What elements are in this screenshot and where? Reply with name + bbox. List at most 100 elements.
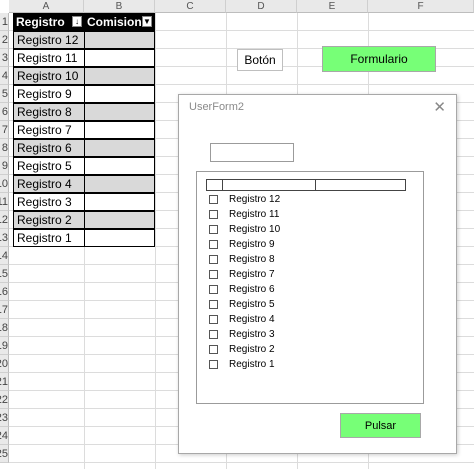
column-header-e[interactable]: E [297, 0, 368, 13]
boton-button[interactable]: Botón [237, 49, 283, 71]
listbox-column-separator [315, 180, 316, 190]
pulsar-button[interactable]: Pulsar [340, 413, 421, 438]
table-cell-registro[interactable]: Registro 5 [13, 157, 85, 175]
row-header[interactable]: 7 [0, 121, 9, 139]
table-cell-registro[interactable]: Registro 11 [13, 49, 85, 67]
row-header[interactable]: 10 [0, 175, 9, 193]
row-header[interactable]: 2 [0, 31, 9, 49]
checkbox[interactable] [209, 315, 218, 324]
listbox-item-label: Registro 2 [229, 344, 275, 355]
column-header-a[interactable]: A [9, 0, 84, 13]
listbox-item-label: Registro 4 [229, 314, 275, 325]
listbox-item-label: Registro 7 [229, 269, 275, 280]
listbox-item[interactable]: Registro 9 [209, 237, 275, 252]
checkbox[interactable] [209, 270, 218, 279]
table-cell-registro[interactable]: Registro 4 [13, 175, 85, 193]
row-header[interactable]: 23 [0, 409, 9, 427]
table-cell-comision[interactable] [84, 49, 155, 67]
row-header[interactable]: 12 [0, 211, 9, 229]
checkbox[interactable] [209, 285, 218, 294]
listbox-item-label: Registro 3 [229, 329, 275, 340]
table-cell-registro[interactable]: Registro 3 [13, 193, 85, 211]
table-cell-comision[interactable] [84, 157, 155, 175]
row-header[interactable]: 5 [0, 85, 9, 103]
checkbox[interactable] [209, 300, 218, 309]
checkbox[interactable] [209, 360, 218, 369]
column-header-d[interactable]: D [226, 0, 297, 13]
listbox-item[interactable]: Registro 10 [209, 222, 280, 237]
listbox-column-header [206, 179, 406, 191]
formulario-button[interactable]: Formulario [322, 46, 436, 72]
table-cell-registro[interactable]: Registro 6 [13, 139, 85, 157]
listbox-item[interactable]: Registro 8 [209, 252, 275, 267]
row-header[interactable]: 4 [0, 67, 9, 85]
gridline [9, 462, 474, 463]
table-cell-registro[interactable]: Registro 1 [13, 229, 85, 247]
checkbox[interactable] [209, 240, 218, 249]
row-header[interactable]: 15 [0, 265, 9, 283]
row-header[interactable]: 1 [0, 13, 9, 31]
checkbox[interactable] [209, 330, 218, 339]
table-cell-registro[interactable]: Registro 2 [13, 211, 85, 229]
listbox-item[interactable]: Registro 7 [209, 267, 275, 282]
row-header[interactable]: 17 [0, 301, 9, 319]
checkbox[interactable] [209, 225, 218, 234]
listbox-item[interactable]: Registro 1 [209, 357, 275, 372]
row-header[interactable]: 6 [0, 103, 9, 121]
row-header[interactable]: 13 [0, 229, 9, 247]
row-header[interactable]: 18 [0, 319, 9, 337]
table-cell-comision[interactable] [84, 211, 155, 229]
table-cell-comision[interactable] [84, 103, 155, 121]
table-cell-registro[interactable]: Registro 7 [13, 121, 85, 139]
table-cell-registro[interactable]: Registro 8 [13, 103, 85, 121]
table-cell-registro[interactable]: Registro 9 [13, 85, 85, 103]
table-cell-comision[interactable] [84, 67, 155, 85]
table-cell-registro[interactable]: Registro 10 [13, 67, 85, 85]
row-header[interactable]: 14 [0, 247, 9, 265]
table-cell-comision[interactable] [84, 121, 155, 139]
table-cell-comision[interactable] [84, 85, 155, 103]
listbox-item[interactable]: Registro 6 [209, 282, 275, 297]
sort-filter-icon[interactable]: ↓ [72, 16, 82, 27]
boton-label: Botón [244, 53, 276, 67]
listbox-item[interactable]: Registro 5 [209, 297, 275, 312]
row-header[interactable]: 25 [0, 445, 9, 463]
table-cell-comision[interactable] [84, 139, 155, 157]
listbox-item-label: Registro 5 [229, 299, 275, 310]
listbox-item[interactable]: Registro 3 [209, 327, 275, 342]
close-icon[interactable]: ✕ [433, 98, 446, 116]
listbox-item-label: Registro 1 [229, 359, 275, 370]
table-cell-comision[interactable] [84, 31, 155, 49]
checkbox[interactable] [209, 210, 218, 219]
listbox-item-label: Registro 9 [229, 239, 275, 250]
listbox-item[interactable]: Registro 2 [209, 342, 275, 357]
table-cell-comision[interactable] [84, 229, 155, 247]
listbox-item[interactable]: Registro 12 [209, 192, 280, 207]
textbox-field[interactable] [210, 143, 294, 162]
column-header-f[interactable]: F [368, 0, 474, 13]
row-header[interactable]: 22 [0, 391, 9, 409]
checkbox[interactable] [209, 195, 218, 204]
listbox-item[interactable]: Registro 4 [209, 312, 275, 327]
table-cell-registro[interactable]: Registro 12 [13, 31, 85, 49]
listbox-item[interactable]: Registro 11 [209, 207, 279, 222]
column-header-c[interactable]: C [155, 0, 226, 13]
row-header[interactable]: 3 [0, 49, 9, 67]
row-header[interactable]: 16 [0, 283, 9, 301]
checkbox[interactable] [209, 345, 218, 354]
row-header[interactable]: 20 [0, 355, 9, 373]
row-header[interactable]: 19 [0, 337, 9, 355]
table-cell-comision[interactable] [84, 175, 155, 193]
row-header[interactable]: 9 [0, 157, 9, 175]
row-header[interactable]: 24 [0, 427, 9, 445]
row-header[interactable]: 11 [0, 193, 9, 211]
row-header[interactable]: 8 [0, 139, 9, 157]
row-header[interactable]: 21 [0, 373, 9, 391]
column-header-b[interactable]: B [84, 0, 155, 13]
checkbox[interactable] [209, 255, 218, 264]
listbox-item-label: Registro 8 [229, 254, 275, 265]
gridline [155, 13, 156, 469]
table-cell-comision[interactable] [84, 193, 155, 211]
filter-dropdown-icon[interactable]: ▼ [142, 16, 152, 27]
listbox[interactable]: Registro 12 Registro 11 Registro 10 Registr… [196, 171, 424, 404]
